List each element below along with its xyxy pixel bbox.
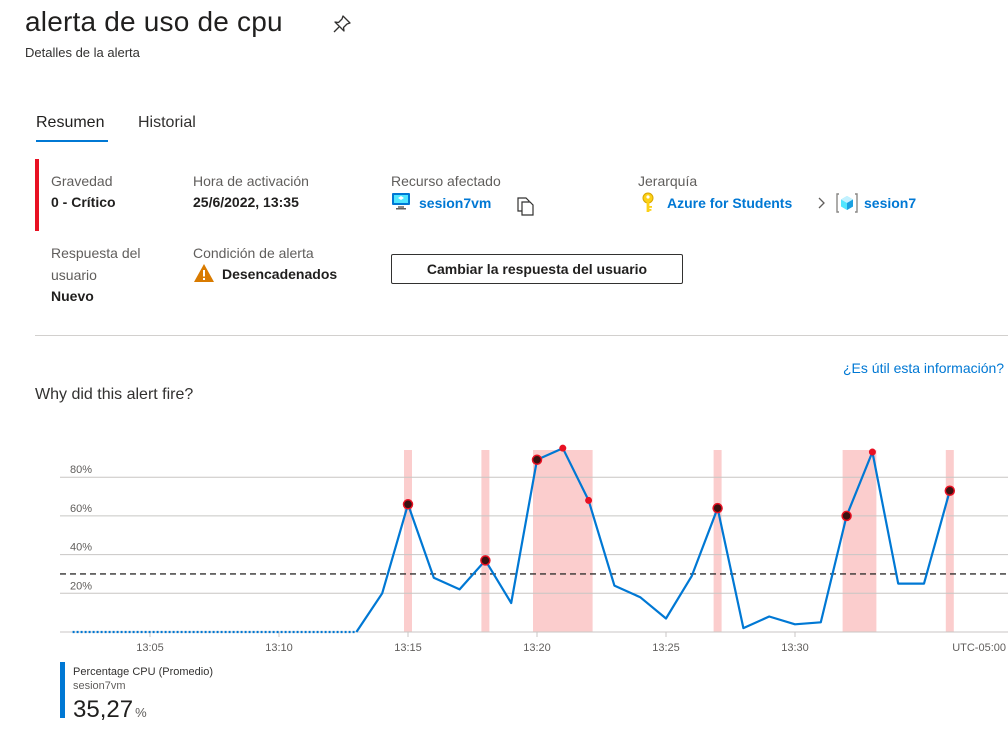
y-tick-label: 80% — [70, 464, 92, 476]
key-icon — [642, 192, 654, 212]
hierarchy-label: Jerarquía — [638, 173, 698, 189]
x-tick-label: 13:15 — [394, 642, 422, 654]
resource-group-icon — [836, 193, 858, 213]
user-response-value: Nuevo — [51, 288, 94, 304]
legend-value-unit: % — [135, 705, 147, 720]
legend-metric-name: Percentage CPU (Promedio) — [73, 666, 214, 678]
alert-window-band — [533, 450, 593, 632]
selected-tab-indicator — [36, 140, 108, 142]
alert-fired-point — [944, 485, 956, 496]
user-response-label-line1: Respuesta del — [51, 245, 141, 261]
alert-condition-value: Desencadenados — [222, 266, 338, 282]
activation-time-value: 25/6/2022, 13:35 — [193, 194, 299, 210]
alert-fired-point — [841, 510, 852, 522]
alert-window-band — [842, 450, 877, 632]
alert-fired-point — [402, 499, 414, 510]
alert-window-band — [481, 450, 490, 632]
severity-indicator — [35, 159, 39, 231]
copy-icon[interactable] — [514, 195, 536, 217]
activation-time-label: Hora de activación — [193, 173, 309, 189]
x-tick-label: 13:10 — [265, 642, 293, 654]
legend-value-number: 35,27 — [73, 696, 134, 723]
threshold-breach-point — [868, 448, 876, 456]
page-title: alerta de uso de cpu — [25, 6, 283, 37]
affected-resource-label: Recurso afectado — [391, 173, 501, 189]
alert-fired-point — [480, 555, 491, 566]
legend-metric-value: 35,27% — [73, 696, 147, 724]
x-tick-label: 13:25 — [652, 642, 680, 654]
y-tick-label: 60% — [70, 503, 92, 515]
change-user-response-button[interactable]: Cambiar la respuesta del usuario — [391, 254, 683, 284]
x-tick-label: 13:30 — [781, 642, 809, 654]
threshold-breach-point — [585, 496, 593, 504]
y-tick-label: 20% — [70, 580, 92, 592]
cpu-series-line — [355, 447, 951, 633]
chart-section-title: Why did this alert fire? — [35, 386, 194, 403]
legend-color-bar — [60, 662, 65, 718]
tab-history[interactable]: Historial — [138, 114, 196, 132]
pin-icon[interactable] — [331, 13, 353, 35]
alert-condition-label: Condición de alerta — [193, 245, 314, 261]
y-tick-label: 40% — [70, 542, 92, 554]
x-tick-label: 13:20 — [523, 642, 551, 654]
alert-fired-point — [531, 454, 543, 466]
alert-window-band — [945, 450, 954, 632]
severity-label: Gravedad — [51, 173, 113, 189]
warning-icon — [194, 264, 214, 282]
resource-group-link[interactable]: sesion7 — [864, 195, 916, 211]
severity-value: 0 - Crítico — [51, 194, 116, 210]
page-subtitle: Detalles de la alerta — [25, 45, 140, 60]
user-response-label-line2: usuario — [51, 267, 97, 283]
helpful-feedback-link[interactable]: ¿Es útil esta información? — [843, 360, 1004, 376]
timezone-label: UTC-05:00 — [952, 642, 1006, 654]
affected-resource-link[interactable]: sesion7vm — [419, 195, 491, 211]
chevron-right-icon — [818, 197, 825, 209]
alert-fired-point — [712, 502, 723, 514]
alert-window-band — [404, 450, 412, 632]
threshold-breach-point — [559, 444, 567, 452]
legend-resource-name: sesion7vm — [73, 680, 126, 692]
subscription-link[interactable]: Azure for Students — [667, 195, 792, 211]
virtual-machine-icon — [392, 193, 410, 210]
alert-window-band — [713, 450, 722, 632]
tab-summary[interactable]: Resumen — [36, 114, 104, 132]
x-tick-label: 13:05 — [136, 642, 164, 654]
section-divider — [35, 335, 1008, 336]
